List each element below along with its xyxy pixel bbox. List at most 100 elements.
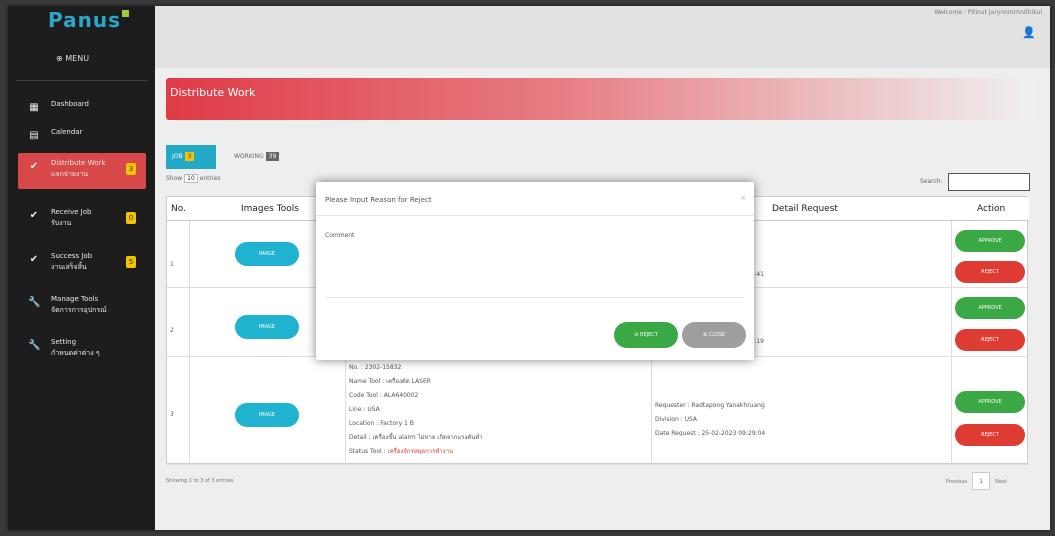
count-badge: 3 bbox=[126, 163, 136, 175]
image-button[interactable]: IMAGE bbox=[235, 315, 299, 339]
sidebar-item-label-en: Receive Job bbox=[51, 208, 92, 216]
sidebar: Panus ⊕ MENU ▦ Dashboard ▤ Calendar ✔ Di… bbox=[8, 6, 155, 530]
row-number: 1 bbox=[170, 261, 174, 268]
show-entries-control: Show 10 entries bbox=[166, 174, 221, 183]
row-number: 2 bbox=[170, 327, 174, 334]
approve-button[interactable]: APPROVE bbox=[955, 230, 1025, 252]
sidebar-item-distribute-work[interactable]: ✔ Distribute Work แจกจ่ายงาน 3 bbox=[18, 153, 146, 189]
image-button[interactable]: IMAGE bbox=[235, 403, 299, 427]
sidebar-item-label-en: Setting bbox=[51, 338, 77, 346]
detail-description: Detail : เครื่องขึ้น alarm ไม่หาย เกิดจา… bbox=[349, 434, 483, 441]
sidebar-item-label-th: งานเสร็จสิ้น bbox=[51, 263, 87, 271]
modal-close-label: CLOSE bbox=[708, 332, 726, 338]
request-detail: Requester : Radtapong Yanakhruang Divisi… bbox=[655, 399, 765, 441]
show-label: Show bbox=[166, 175, 183, 182]
table-info: Showing 1 to 3 of 3 entries bbox=[166, 478, 234, 484]
comment-field[interactable] bbox=[325, 242, 745, 298]
tab-working-count: 39 bbox=[265, 152, 280, 161]
sidebar-item-label-en: Success Job bbox=[51, 252, 93, 260]
detail-code: Code Tool : ALA640002 bbox=[349, 392, 419, 399]
sidebar-item-label-en: Manage Tools bbox=[51, 295, 99, 303]
modal-reject-label: REJECT bbox=[639, 332, 658, 338]
sidebar-item-label: Setting กำหนดค่าต่าง ๆ bbox=[51, 337, 100, 359]
column-header-detail-request[interactable]: Detail Request bbox=[772, 197, 838, 221]
entries-label: entries bbox=[199, 175, 221, 182]
count-badge: 0 bbox=[126, 212, 136, 224]
sidebar-item-label-th: จัดการการอุปกรณ์ bbox=[51, 306, 107, 314]
tab-job-label: JOB bbox=[172, 153, 183, 160]
app-window: Panus ⊕ MENU ▦ Dashboard ▤ Calendar ✔ Di… bbox=[8, 6, 1050, 530]
wrench-icon: 🔧 bbox=[28, 340, 41, 351]
dashboard-icon: ▦ bbox=[29, 102, 39, 113]
column-header-images-tools[interactable]: Images Tools bbox=[241, 197, 299, 221]
sidebar-item-label-th: รับงาน bbox=[51, 219, 72, 227]
status-value: เครื่องจักรหยุดการทำงาน bbox=[387, 448, 454, 455]
previous-page-button[interactable]: Previous bbox=[946, 479, 967, 485]
requester-division: Division : USA bbox=[655, 416, 698, 423]
comment-label: Comment bbox=[325, 232, 355, 239]
user-icon[interactable]: 👤 bbox=[1022, 26, 1036, 39]
top-bar: Welcome : Pitinut Jarynnmrnnithikul 👤 bbox=[155, 6, 1050, 68]
modal-title: Please Input Reason for Reject bbox=[325, 196, 432, 204]
sidebar-divider bbox=[16, 80, 147, 81]
tab-job[interactable]: JOB 3 bbox=[166, 145, 216, 169]
modal-divider bbox=[316, 215, 754, 216]
search-label: Search: bbox=[920, 178, 943, 185]
search-input[interactable] bbox=[948, 173, 1030, 191]
reject-button[interactable]: REJECT bbox=[955, 261, 1025, 283]
calendar-icon: ▤ bbox=[29, 130, 39, 141]
reject-button[interactable]: REJECT bbox=[955, 329, 1025, 351]
tab-working[interactable]: WORKING 39 bbox=[234, 152, 280, 161]
sidebar-item-label: Receive Job รับงาน bbox=[51, 207, 91, 229]
row-number: 3 bbox=[170, 411, 174, 418]
tool-detail: No. : 2302-15832 Name Tool : เครื่องตัด … bbox=[349, 361, 483, 459]
request-date: Date Request : 25-02-2023 09:29:04 bbox=[655, 430, 766, 437]
pagination: Previous 1 Next bbox=[946, 472, 1007, 490]
sidebar-item-success-job[interactable]: ✔ Success Job งานเสร็จสิ้น 5 bbox=[8, 246, 155, 282]
wrench-icon: 🔧 bbox=[28, 297, 41, 308]
page-button[interactable]: 1 bbox=[972, 472, 991, 490]
reject-reason-modal: Please Input Reason for Reject × Comment… bbox=[316, 182, 754, 360]
welcome-text: Welcome : Pitinut Jarynnmrnnithikul bbox=[934, 9, 1042, 16]
status-label: Status Tool : bbox=[349, 448, 388, 455]
sidebar-item-setting[interactable]: 🔧 Setting กำหนดค่าต่าง ๆ bbox=[8, 332, 155, 368]
page-banner: Distribute Work bbox=[166, 78, 1034, 120]
count-badge: 5 bbox=[126, 256, 136, 268]
sidebar-item-manage-tools[interactable]: 🔧 Manage Tools จัดการการอุปกรณ์ bbox=[8, 289, 155, 325]
sidebar-item-label: Success Job งานเสร็จสิ้น bbox=[51, 251, 92, 273]
detail-number: No. : 2302-15832 bbox=[349, 364, 402, 371]
detail-line: Line : USA bbox=[349, 406, 380, 413]
sidebar-item-label: Manage Tools จัดการการอุปกรณ์ bbox=[51, 294, 107, 316]
sidebar-item-label: Distribute Work แจกจ่ายงาน bbox=[51, 158, 105, 180]
menu-toggle[interactable]: ⊕ MENU bbox=[56, 54, 89, 63]
detail-location: Location : Factory 1 B bbox=[349, 420, 414, 427]
detail-name: Name Tool : เครื่องตัด LASER bbox=[349, 378, 431, 385]
image-button[interactable]: IMAGE bbox=[235, 242, 299, 266]
column-header-no[interactable]: No. bbox=[171, 197, 186, 221]
sidebar-item-receive-job[interactable]: ✔ Receive Job รับงาน 0 bbox=[8, 202, 155, 238]
column-header-action[interactable]: Action bbox=[977, 197, 1006, 221]
requester-name: Requester : Radtapong Yanakhruang bbox=[655, 402, 765, 409]
logo-text: Panus bbox=[48, 8, 121, 32]
check-icon: ✔ bbox=[29, 210, 39, 221]
check-icon: ✔ bbox=[29, 254, 39, 265]
sidebar-item-label-en: Distribute Work bbox=[51, 159, 106, 167]
detail-status: Status Tool : เครื่องจักรหยุดการทำงาน bbox=[349, 445, 483, 459]
next-page-button[interactable]: Next bbox=[995, 479, 1007, 485]
tab-job-count: 3 bbox=[184, 152, 195, 161]
reject-button[interactable]: REJECT bbox=[955, 424, 1025, 446]
sidebar-item-label: Calendar bbox=[51, 128, 83, 136]
sidebar-item-label-th: กำหนดค่าต่าง ๆ bbox=[51, 349, 100, 357]
logo: Panus bbox=[48, 8, 129, 32]
approve-button[interactable]: APPROVE bbox=[955, 297, 1025, 319]
modal-reject-button[interactable]: ⊘ REJECT bbox=[614, 322, 678, 348]
close-icon[interactable]: × bbox=[740, 194, 746, 202]
logo-mark-icon bbox=[122, 10, 129, 17]
modal-close-button[interactable]: ⊗ CLOSE bbox=[682, 322, 746, 348]
approve-button[interactable]: APPROVE bbox=[955, 391, 1025, 413]
sidebar-item-label: Dashboard bbox=[51, 100, 89, 108]
tab-working-label: WORKING bbox=[234, 153, 264, 160]
sidebar-item-label-th: แจกจ่ายงาน bbox=[51, 170, 89, 178]
page-title: Distribute Work bbox=[170, 86, 256, 99]
entries-select[interactable]: 10 bbox=[184, 174, 198, 183]
